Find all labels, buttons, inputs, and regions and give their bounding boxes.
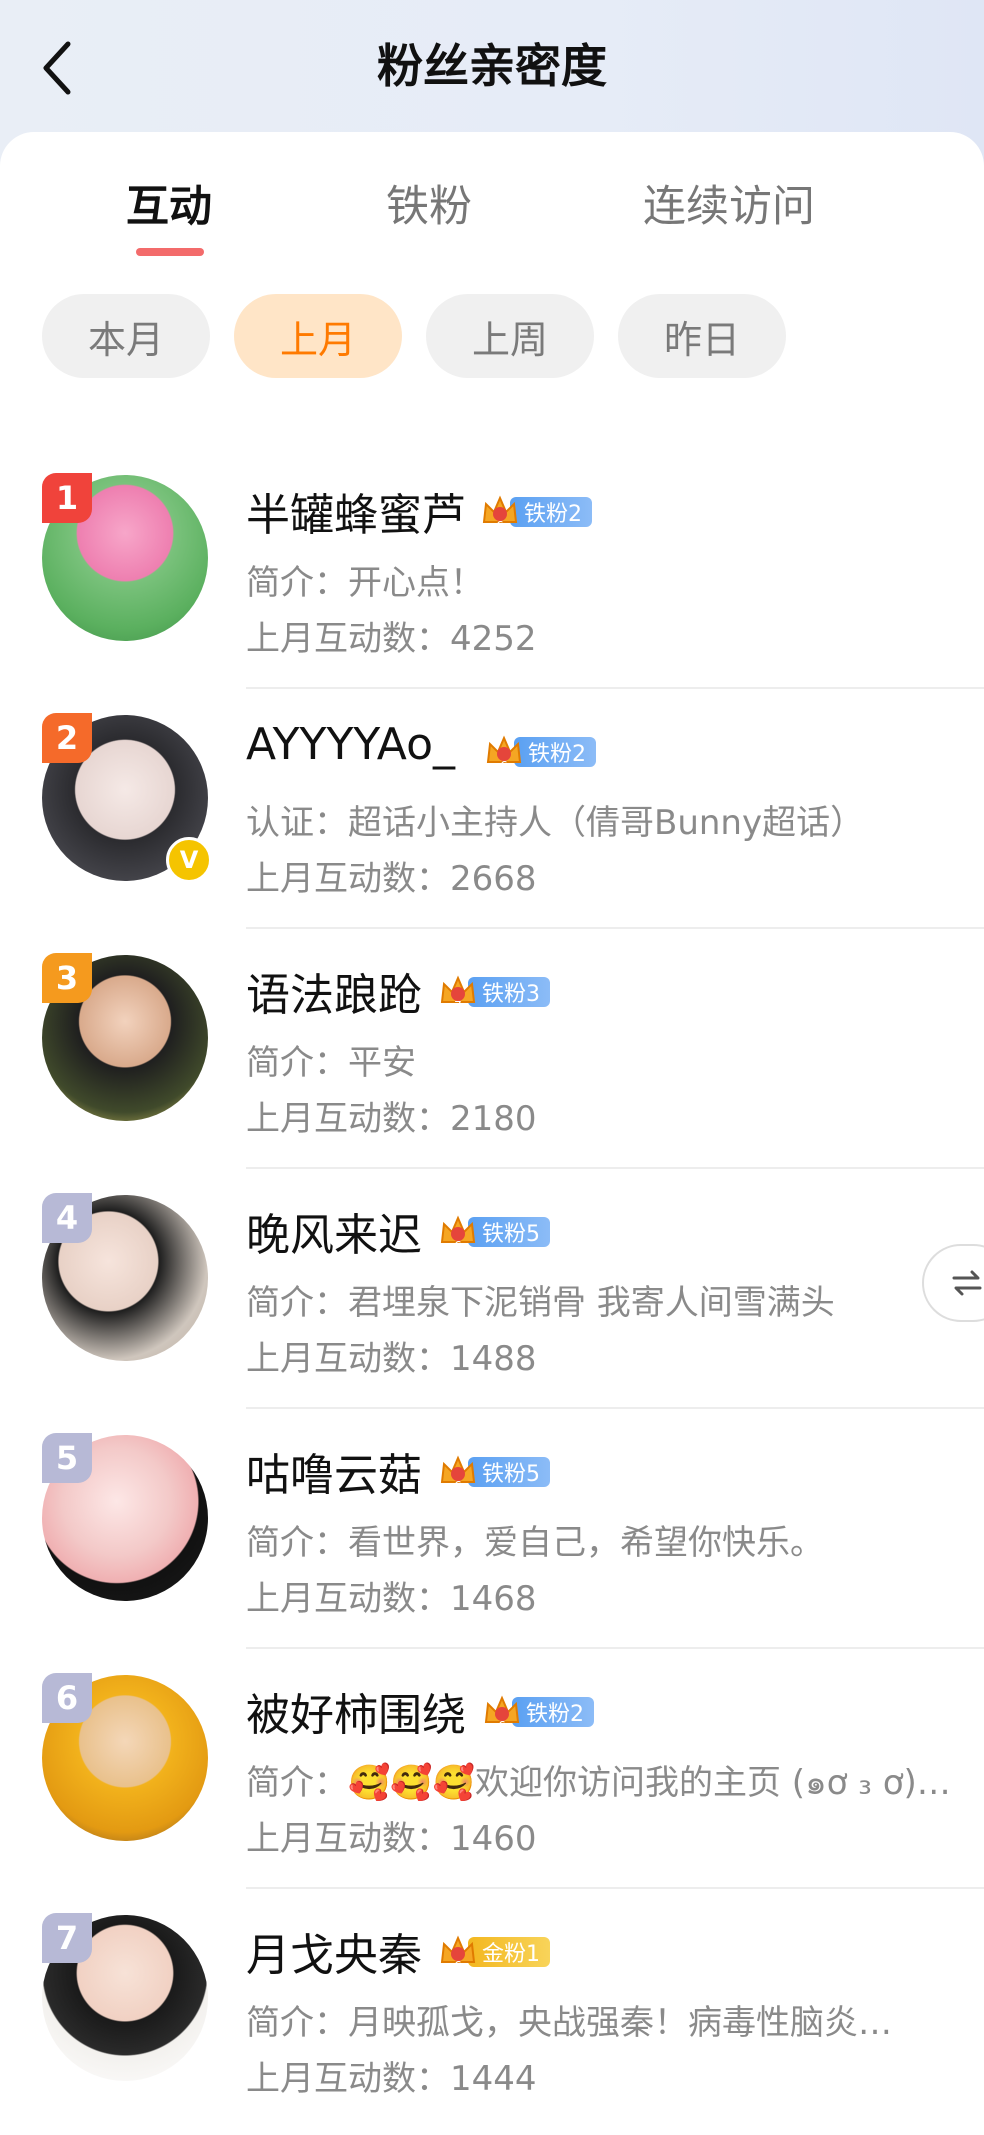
row-divider	[246, 927, 984, 929]
fan-level-badge[interactable]: 6 金粉1	[438, 1935, 550, 1972]
crown-icon: 6	[484, 1695, 520, 1732]
fan-level-label: 铁粉2	[512, 1697, 594, 1727]
fan-level-badge[interactable]: 6 铁粉5	[438, 1455, 550, 1492]
fan-description: 简介：看世界，爱自己，希望你快乐。	[246, 1523, 824, 1563]
crown-icon: 6	[440, 1215, 476, 1252]
svg-text:7: 7	[454, 999, 462, 1012]
fan-name[interactable]: 月戈央秦	[246, 1919, 422, 1983]
rank-badge: 7	[42, 1913, 92, 1963]
fan-level-badge[interactable]: 7 铁粉3	[438, 975, 550, 1012]
tab-interaction[interactable]: 互动	[126, 172, 212, 234]
svg-text:6: 6	[454, 1959, 462, 1972]
fan-row[interactable]: 5 咕噜云菇 6 铁粉5 简介：看世界，爱自己，希望你快乐。 上月互动数：1468	[0, 1415, 984, 1655]
fan-level-label: 铁粉2	[514, 737, 596, 767]
interaction-count: 上月互动数：1444	[246, 2059, 537, 2099]
interaction-count: 上月互动数：1460	[246, 1819, 537, 1859]
page-title: 粉丝亲密度	[377, 39, 607, 93]
fan-level-label: 铁粉5	[468, 1217, 550, 1247]
fan-name[interactable]: 语法踉跄	[246, 959, 422, 1023]
fan-row[interactable]: 2 V AYYYYAo_ 6 铁粉2 认证：超话小主持人（倩哥Bunny超话） 上月互动数：…	[0, 695, 984, 935]
row-divider	[246, 1167, 984, 1169]
rank-badge: 6	[42, 1673, 92, 1723]
crown-icon: 7	[440, 975, 476, 1012]
crown-icon: 6	[482, 495, 518, 532]
interaction-count: 上月互动数：4252	[246, 619, 537, 659]
row-divider	[246, 1647, 984, 1649]
fan-description: 简介：🥰🥰🥰欢迎你访问我的主页 (๑ơ ₃ ơ)…	[246, 1763, 951, 1803]
fan-description: 简介：月映孤戈，央战强秦！病毒性脑炎…	[246, 2003, 892, 2043]
fan-row[interactable]: 6 被好柿围绕 6 铁粉2 简介：🥰🥰🥰欢迎你访问我的主页 (๑ơ ₃ ơ)… 上月互动数…	[0, 1655, 984, 1895]
tab-iron-fans[interactable]: 铁粉	[386, 172, 472, 234]
fan-name[interactable]: 被好柿围绕	[246, 1679, 466, 1743]
interaction-count: 上月互动数：1468	[246, 1579, 537, 1619]
svg-text:6: 6	[454, 1479, 462, 1492]
filter-yesterday[interactable]: 昨日	[618, 294, 786, 378]
tab-active-indicator	[136, 248, 204, 256]
crown-icon: 6	[440, 1455, 476, 1492]
svg-text:6: 6	[498, 1719, 506, 1732]
filter-this-month[interactable]: 本月	[42, 294, 210, 378]
row-divider	[246, 1887, 984, 1889]
swap-icon	[952, 1270, 982, 1296]
rank-badge: 4	[42, 1193, 92, 1243]
crown-icon: 6	[440, 1935, 476, 1972]
rank-badge: 3	[42, 953, 92, 1003]
fan-row[interactable]: 4 晚风来迟 6 铁粉5 简介：君埋泉下泥销骨 我寄人间雪满头 上月互动数：1488	[0, 1175, 984, 1415]
fan-level-label: 铁粉5	[468, 1457, 550, 1487]
fan-description: 简介：开心点！	[246, 563, 484, 603]
crown-icon: 6	[486, 735, 522, 772]
fan-description: 认证：超话小主持人（倩哥Bunny超话）	[246, 803, 865, 843]
svg-text:6: 6	[496, 519, 504, 532]
interaction-count: 上月互动数：2180	[246, 1099, 537, 1139]
fan-name[interactable]: 半罐蜂蜜芦	[246, 479, 466, 543]
fan-level-label: 铁粉2	[510, 497, 592, 527]
fan-row[interactable]: 7 月戈央秦 6 金粉1 简介：月映孤戈，央战强秦！病毒性脑炎… 上月互动数：1444	[0, 1895, 984, 2135]
filter-last-week[interactable]: 上周	[426, 294, 594, 378]
fan-level-label: 金粉1	[468, 1937, 550, 1967]
fan-level-badge[interactable]: 6 铁粉5	[438, 1215, 550, 1252]
fan-description: 简介：平安	[246, 1043, 416, 1083]
tab-continuous-visit[interactable]: 连续访问	[643, 172, 815, 234]
row-divider	[246, 1407, 984, 1409]
verified-icon: V	[166, 837, 212, 883]
fan-level-label: 铁粉3	[468, 977, 550, 1007]
fan-level-badge[interactable]: 6 铁粉2	[482, 1695, 594, 1732]
fan-row[interactable]: 1 半罐蜂蜜芦 6 铁粉2 简介：开心点！ 上月互动数：4252	[0, 455, 984, 695]
rank-badge: 2	[42, 713, 92, 763]
fan-description: 简介：君埋泉下泥销骨 我寄人间雪满头	[246, 1283, 835, 1323]
fan-name[interactable]: 晚风来迟	[246, 1199, 422, 1263]
svg-text:6: 6	[500, 759, 508, 772]
row-divider	[246, 687, 984, 689]
fan-name[interactable]: 咕噜云菇	[246, 1439, 422, 1503]
interaction-count: 上月互动数：1488	[246, 1339, 537, 1379]
fan-level-badge[interactable]: 6 铁粉2	[484, 735, 596, 772]
svg-text:6: 6	[454, 1239, 462, 1252]
fan-name[interactable]: AYYYYAo_	[246, 719, 455, 770]
fan-level-badge[interactable]: 6 铁粉2	[480, 495, 592, 532]
fan-row[interactable]: 3 语法踉跄 7 铁粉3 简介：平安上月互动数：2180	[0, 935, 984, 1175]
rank-badge: 1	[42, 473, 92, 523]
filter-last-month[interactable]: 上月	[234, 294, 402, 378]
interaction-count: 上月互动数：2668	[246, 859, 537, 899]
rank-badge: 5	[42, 1433, 92, 1483]
